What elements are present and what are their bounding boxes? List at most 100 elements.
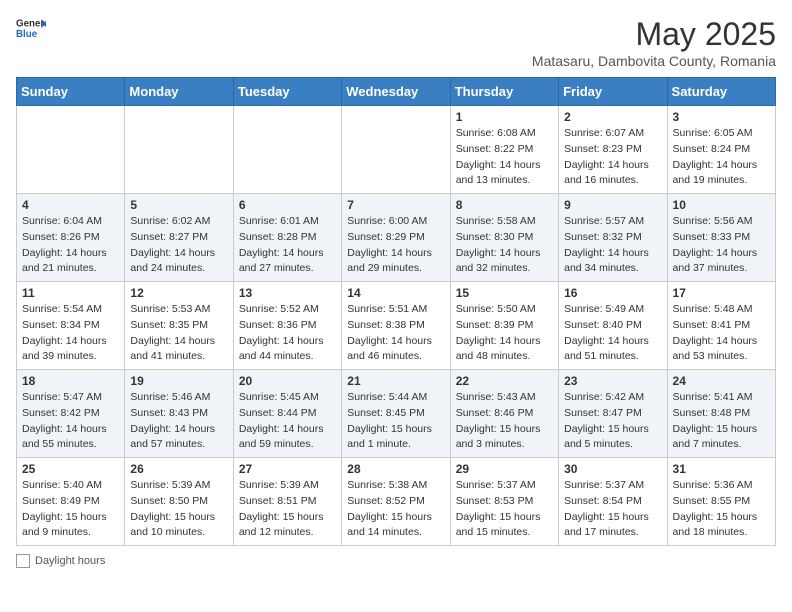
calendar-cell: 6 Sunrise: 6:01 AM Sunset: 8:28 PM Daylig… [233,194,341,282]
calendar-cell: 24 Sunrise: 5:41 AM Sunset: 8:48 PM Dayli… [667,370,775,458]
weekday-header-tuesday: Tuesday [233,78,341,106]
day-detail: Sunrise: 5:39 AM Sunset: 8:51 PM Dayligh… [239,478,336,541]
calendar-cell: 9 Sunrise: 5:57 AM Sunset: 8:32 PM Daylig… [559,194,667,282]
logo-icon: General Blue [16,16,46,40]
day-number: 5 [130,198,227,212]
calendar-cell: 28Sunrise: 5:38 AM Sunset: 8:52 PM Dayli… [342,458,450,546]
day-number: 22 [456,374,553,388]
calendar-cell: 10Sunrise: 5:56 AM Sunset: 8:33 PM Dayli… [667,194,775,282]
day-number: 23 [564,374,661,388]
calendar-cell: 7Sunrise: 6:00 AM Sunset: 8:29 PM Daylig… [342,194,450,282]
page-header: General Blue May 2025 Matasaru, Dambovit… [16,16,776,69]
day-detail: Sunrise: 5:45 AM Sunset: 8:44 PM Dayligh… [239,390,336,453]
weekday-header-wednesday: Wednesday [342,78,450,106]
calendar-cell: 3Sunrise: 6:05 AM Sunset: 8:24 PM Daylig… [667,106,775,194]
title-block: May 2025 Matasaru, Dambovita County, Rom… [532,16,776,69]
daylight-label: Daylight hours [35,555,105,567]
calendar-cell: 8 Sunrise: 5:58 AM Sunset: 8:30 PM Daylig… [450,194,558,282]
calendar-table: SundayMondayTuesdayWednesdayThursdayFrid… [16,77,776,546]
calendar-cell: 16Sunrise: 5:49 AM Sunset: 8:40 PM Dayli… [559,282,667,370]
day-number: 18 [22,374,119,388]
day-detail: Sunrise: 6:05 AM Sunset: 8:24 PM Dayligh… [673,126,770,189]
day-detail: Sunrise: 6:00 AM Sunset: 8:29 PM Dayligh… [347,214,444,277]
day-detail: Sunrise: 5:54 AM Sunset: 8:34 PM Dayligh… [22,302,119,365]
day-number: 12 [130,286,227,300]
calendar-cell: 30 Sunrise: 5:37 AM Sunset: 8:54 PM Dayli… [559,458,667,546]
day-number: 17 [673,286,770,300]
calendar-week-row: 1 Sunrise: 6:08 AM Sunset: 8:22 PM Daylig… [17,106,776,194]
calendar-cell: 11 Sunrise: 5:54 AM Sunset: 8:34 PM Dayli… [17,282,125,370]
calendar-cell: 31Sunrise: 5:36 AM Sunset: 8:55 PM Dayli… [667,458,775,546]
weekday-header-saturday: Saturday [667,78,775,106]
day-detail: Sunrise: 5:39 AM Sunset: 8:50 PM Dayligh… [130,478,227,541]
calendar-cell: 26 Sunrise: 5:39 AM Sunset: 8:50 PM Dayli… [125,458,233,546]
day-detail: Sunrise: 5:57 AM Sunset: 8:32 PM Dayligh… [564,214,661,277]
day-detail: Sunrise: 5:37 AM Sunset: 8:53 PM Dayligh… [456,478,553,541]
day-number: 10 [673,198,770,212]
day-detail: Sunrise: 5:41 AM Sunset: 8:48 PM Dayligh… [673,390,770,453]
day-detail: Sunrise: 5:51 AM Sunset: 8:38 PM Dayligh… [347,302,444,365]
day-number: 11 [22,286,119,300]
day-number: 4 [22,198,119,212]
calendar-cell: 17 Sunrise: 5:48 AM Sunset: 8:41 PM Dayli… [667,282,775,370]
day-detail: Sunrise: 5:58 AM Sunset: 8:30 PM Dayligh… [456,214,553,277]
calendar-cell [17,106,125,194]
logo: General Blue [16,16,46,40]
day-number: 24 [673,374,770,388]
calendar-cell: 20 Sunrise: 5:45 AM Sunset: 8:44 PM Dayli… [233,370,341,458]
day-number: 13 [239,286,336,300]
day-number: 15 [456,286,553,300]
legend-daylight: Daylight hours [16,554,105,568]
day-number: 19 [130,374,227,388]
calendar-cell: 14Sunrise: 5:51 AM Sunset: 8:38 PM Dayli… [342,282,450,370]
day-detail: Sunrise: 6:01 AM Sunset: 8:28 PM Dayligh… [239,214,336,277]
calendar-cell: 5 Sunrise: 6:02 AM Sunset: 8:27 PM Daylig… [125,194,233,282]
day-detail: Sunrise: 5:38 AM Sunset: 8:52 PM Dayligh… [347,478,444,541]
calendar-cell: 23 Sunrise: 5:42 AM Sunset: 8:47 PM Dayli… [559,370,667,458]
weekday-header-thursday: Thursday [450,78,558,106]
day-number: 1 [456,110,553,124]
calendar-cell: 25Sunrise: 5:40 AM Sunset: 8:49 PM Dayli… [17,458,125,546]
day-number: 30 [564,462,661,476]
calendar-cell: 2Sunrise: 6:07 AM Sunset: 8:23 PM Daylig… [559,106,667,194]
calendar-cell: 13Sunrise: 5:52 AM Sunset: 8:36 PM Dayli… [233,282,341,370]
day-detail: Sunrise: 5:48 AM Sunset: 8:41 PM Dayligh… [673,302,770,365]
day-detail: Sunrise: 5:46 AM Sunset: 8:43 PM Dayligh… [130,390,227,453]
day-number: 9 [564,198,661,212]
weekday-header-monday: Monday [125,78,233,106]
day-detail: Sunrise: 5:43 AM Sunset: 8:46 PM Dayligh… [456,390,553,453]
calendar-week-row: 11 Sunrise: 5:54 AM Sunset: 8:34 PM Dayli… [17,282,776,370]
day-detail: Sunrise: 5:40 AM Sunset: 8:49 PM Dayligh… [22,478,119,541]
calendar-week-row: 18 Sunrise: 5:47 AM Sunset: 8:42 PM Dayli… [17,370,776,458]
svg-text:Blue: Blue [16,29,38,40]
day-detail: Sunrise: 6:02 AM Sunset: 8:27 PM Dayligh… [130,214,227,277]
day-detail: Sunrise: 6:04 AM Sunset: 8:26 PM Dayligh… [22,214,119,277]
calendar-cell: 12 Sunrise: 5:53 AM Sunset: 8:35 PM Dayli… [125,282,233,370]
weekday-header-row: SundayMondayTuesdayWednesdayThursdayFrid… [17,78,776,106]
day-detail: Sunrise: 5:44 AM Sunset: 8:45 PM Dayligh… [347,390,444,453]
day-detail: Sunrise: 5:47 AM Sunset: 8:42 PM Dayligh… [22,390,119,453]
calendar-cell [342,106,450,194]
day-number: 26 [130,462,227,476]
calendar-cell: 19 Sunrise: 5:46 AM Sunset: 8:43 PM Dayli… [125,370,233,458]
day-number: 29 [456,462,553,476]
calendar-week-row: 25Sunrise: 5:40 AM Sunset: 8:49 PM Dayli… [17,458,776,546]
day-detail: Sunrise: 6:07 AM Sunset: 8:23 PM Dayligh… [564,126,661,189]
legend: Daylight hours [16,554,776,568]
day-detail: Sunrise: 5:53 AM Sunset: 8:35 PM Dayligh… [130,302,227,365]
day-detail: Sunrise: 5:42 AM Sunset: 8:47 PM Dayligh… [564,390,661,453]
day-detail: Sunrise: 6:08 AM Sunset: 8:22 PM Dayligh… [456,126,553,189]
day-number: 6 [239,198,336,212]
day-detail: Sunrise: 5:37 AM Sunset: 8:54 PM Dayligh… [564,478,661,541]
location-subtitle: Matasaru, Dambovita County, Romania [532,53,776,69]
day-number: 31 [673,462,770,476]
day-number: 21 [347,374,444,388]
day-number: 20 [239,374,336,388]
calendar-cell: 15Sunrise: 5:50 AM Sunset: 8:39 PM Dayli… [450,282,558,370]
calendar-week-row: 4 Sunrise: 6:04 AM Sunset: 8:26 PM Daylig… [17,194,776,282]
calendar-cell: 18 Sunrise: 5:47 AM Sunset: 8:42 PM Dayli… [17,370,125,458]
day-detail: Sunrise: 5:49 AM Sunset: 8:40 PM Dayligh… [564,302,661,365]
weekday-header-friday: Friday [559,78,667,106]
calendar-cell: 29 Sunrise: 5:37 AM Sunset: 8:53 PM Dayli… [450,458,558,546]
day-number: 8 [456,198,553,212]
